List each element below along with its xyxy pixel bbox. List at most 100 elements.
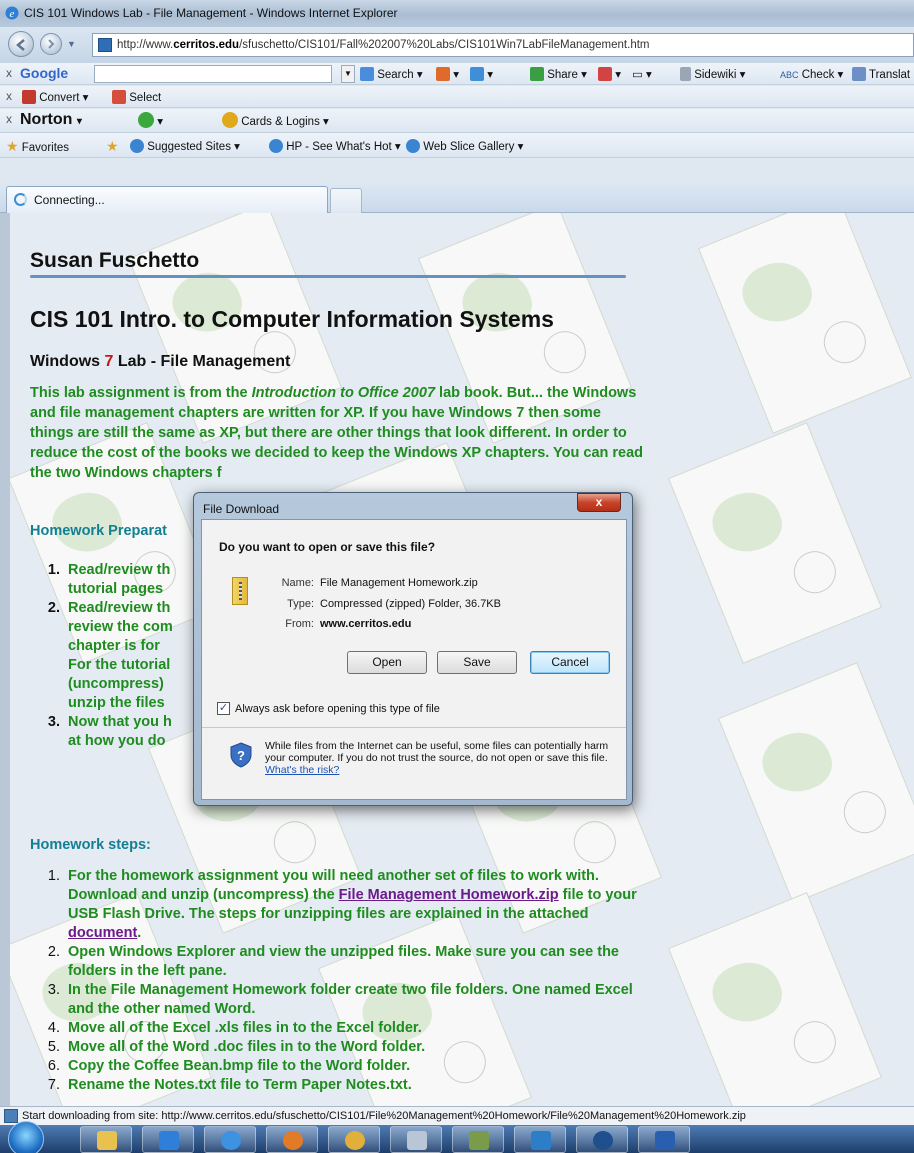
search-icon [360, 67, 374, 81]
back-button[interactable] [8, 31, 34, 57]
favorites-button[interactable]: ★ Favorites [6, 138, 69, 155]
intro-paragraph: This lab assignment is from the Introduc… [30, 385, 644, 481]
steps-list: 1. For the homework assignment you will n… [30, 867, 645, 1095]
taskbar-explorer-button[interactable] [80, 1126, 132, 1153]
convert-button[interactable]: Convert ▾ [22, 90, 88, 104]
taskbar-ie-button[interactable] [204, 1126, 256, 1153]
convert-icon [22, 90, 36, 104]
file-type-row: Type: Compressed (zipped) Folder, 36.7KB [287, 598, 501, 610]
cancel-button[interactable]: Cancel [530, 651, 610, 674]
dialog-body: Do you want to open or save this file? N… [201, 519, 627, 800]
ie-favicon-icon [406, 139, 420, 153]
homework-zip-link[interactable]: File Management Homework.zip [339, 887, 559, 903]
blogger-button[interactable]: ▾ [598, 67, 621, 81]
spell-check-button[interactable]: ABC Check ▾ [780, 67, 843, 81]
close-toolbar-icon[interactable]: x [6, 112, 12, 126]
ie-favicon-icon [269, 139, 283, 153]
hp-link[interactable]: HP - See What's Hot ▾ [269, 139, 401, 153]
lab-title: Windows 7 Lab - File Management [30, 353, 291, 370]
document-link[interactable]: document [68, 925, 137, 941]
select-button[interactable]: Select [112, 90, 161, 104]
download-icon [4, 1109, 18, 1123]
outlook-icon [159, 1131, 179, 1150]
internet-explorer-icon [221, 1131, 241, 1150]
translate-icon [852, 67, 866, 81]
forward-arrow-icon [48, 39, 55, 49]
close-toolbar-icon[interactable]: x [6, 89, 12, 103]
taskbar-chart-button[interactable] [514, 1126, 566, 1153]
list-item: 3. In the File Management Homework folder… [47, 982, 633, 1017]
start-button[interactable] [8, 1121, 44, 1153]
lock-icon [222, 112, 238, 128]
prep-heading: Homework Preparat [30, 523, 167, 539]
norton-status-button[interactable]: ▾ [138, 112, 163, 128]
taskbar-app-button[interactable] [390, 1126, 442, 1153]
taskbar-firefox-button[interactable] [266, 1126, 318, 1153]
share-icon [530, 67, 544, 81]
security-shield-icon: ? [230, 742, 252, 768]
add-favorite-icon: ★ [106, 138, 119, 154]
sidewiki-menu-button[interactable]: ▭ ▾ [632, 67, 652, 81]
save-button[interactable]: Save [437, 651, 517, 674]
zip-file-icon [232, 577, 248, 605]
address-bar[interactable]: http://www.cerritos.edu/sfuschetto/CIS10… [92, 33, 914, 57]
window-title-bar: e CIS 101 Windows Lab - File Management … [0, 0, 914, 27]
taskbar-outlook-button[interactable] [142, 1126, 194, 1153]
file-name-row: Name: File Management Homework.zip [281, 577, 478, 589]
spellcheck-icon: ABC [780, 70, 799, 80]
ie-favicon-icon [130, 139, 144, 153]
file-from-row: From: www.cerritos.edu [285, 618, 412, 630]
taskbar-chrome-button[interactable] [328, 1126, 380, 1153]
window-title: CIS 101 Windows Lab - File Management - … [24, 6, 398, 20]
list-item: 5. Move all of the Word .doc files in to … [47, 1039, 426, 1055]
page-favicon-icon [98, 38, 112, 52]
google-search-dropdown[interactable]: ▼ [341, 65, 355, 83]
add-favorite-button[interactable]: ★ [106, 138, 119, 155]
chrome-icon [345, 1131, 365, 1150]
recent-pages-dropdown-icon[interactable]: ▼ [67, 39, 76, 49]
always-ask-checkbox[interactable]: ✓ [217, 702, 230, 715]
taskbar-hp-button[interactable] [576, 1126, 628, 1153]
dialog-question: Do you want to open or save this file? [219, 540, 436, 554]
pdf-convert-toolbar: x Convert ▾ Select [0, 86, 914, 108]
dialog-title: File Download [203, 502, 280, 516]
tab-current[interactable]: Connecting... [6, 186, 328, 213]
close-toolbar-icon[interactable]: x [6, 66, 12, 80]
forward-button[interactable] [40, 33, 62, 55]
tab-label: Connecting... [34, 193, 105, 207]
cards-logins-button[interactable]: Cards & Logins ▾ [222, 112, 329, 128]
list-item: 2. Open Windows Explorer and view the unz… [47, 944, 619, 979]
new-tab-button[interactable] [330, 188, 362, 213]
blogger-icon [598, 67, 612, 81]
add-button[interactable]: ▾ [470, 67, 493, 81]
navigation-bar: ▼ http://www.cerritos.edu/sfuschetto/CIS… [0, 27, 914, 63]
translate-button[interactable]: Translat [852, 67, 910, 81]
tab-strip: Connecting... [0, 183, 914, 213]
google-search-input[interactable] [94, 65, 332, 83]
taskbar-network-button[interactable] [452, 1126, 504, 1153]
steps-heading: Homework steps: [30, 837, 151, 853]
svg-text:e: e [10, 8, 15, 20]
suggested-sites-link[interactable]: Suggested Sites ▾ [130, 139, 240, 153]
norton-toolbar: x Norton ▾ ▾ Cards & Logins ▾ [0, 109, 914, 133]
security-warning: While files from the Internet can be use… [265, 740, 609, 776]
windows-taskbar [0, 1121, 914, 1153]
heading-divider [30, 275, 626, 278]
web-slice-gallery-link[interactable]: Web Slice Gallery ▾ [406, 139, 523, 153]
sidewiki-button[interactable]: Sidewiki ▾ [680, 67, 745, 81]
dialog-close-button[interactable]: x [577, 493, 621, 512]
open-button[interactable]: Open [347, 651, 427, 674]
internet-explorer-icon: e [5, 6, 19, 20]
share-button[interactable]: Share ▾ [530, 67, 587, 81]
google-search-button[interactable]: Search ▾ [360, 67, 423, 81]
taskbar-word-button[interactable] [638, 1126, 690, 1153]
status-bar: Start downloading from site: http://www.… [0, 1106, 914, 1125]
favorites-bar: ★ Favorites ★ Suggested Sites ▾ HP - See… [0, 133, 914, 158]
norton-menu-button[interactable]: Norton ▾ [20, 111, 82, 129]
whats-the-risk-link[interactable]: What's the risk? [265, 764, 339, 776]
people-icon [469, 1131, 489, 1150]
checkmark-app-icon [531, 1131, 551, 1150]
google-toolbar: x Google ▼ Search ▾ ▾ ▾ Share ▾ ▾ ▭ ▾ Si… [0, 63, 914, 85]
bookmark-button[interactable]: ▾ [436, 67, 459, 81]
list-item: 1. For the homework assignment you will n… [47, 868, 637, 941]
